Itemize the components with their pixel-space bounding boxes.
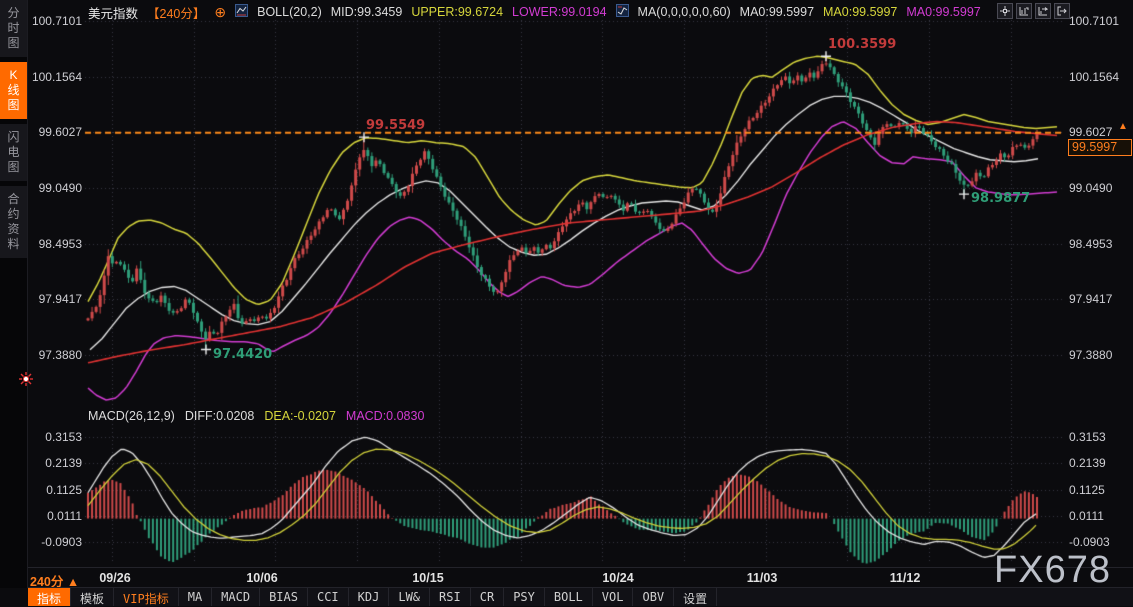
toolbar-item[interactable]: BOLL — [545, 588, 593, 606]
sidebar-item[interactable]: 合约资料 — [0, 186, 27, 258]
ma0-magenta-value: MA0:99.5997 — [906, 5, 980, 19]
indicator-toolbar: 指标模板VIP指标MAMACDBIASCCIKDJLW&RSICRPSYBOLL… — [28, 587, 1133, 606]
add-indicator-icon[interactable]: ⊕ — [214, 6, 226, 18]
axis-tick-label: 0.3153 — [1069, 430, 1106, 444]
macd-axis-right: 0.3153 0.2139 0.1125 0.0111 -0.0903 — [1069, 0, 1131, 606]
zoom-in-chart-icon[interactable] — [1016, 3, 1032, 19]
axis-tick-label: -0.0903 — [1069, 535, 1110, 549]
toolbar-item[interactable]: CCI — [308, 588, 349, 606]
sidebar-item[interactable]: 闪电图 — [0, 124, 27, 181]
boll-upper-value: UPPER:99.6724 — [411, 5, 503, 19]
sidebar-item[interactable]: K线图 — [0, 62, 27, 119]
symbol-name: 美元指数 — [88, 3, 138, 22]
period-badge[interactable]: 【240分】 — [147, 3, 205, 22]
macd-header: MACD(26,12,9) DIFF:0.0208 DEA:-0.0207 MA… — [88, 409, 424, 423]
toolbar-item[interactable]: PSY — [504, 588, 545, 606]
price-annotation: 98.9877 — [971, 191, 1030, 206]
watermark: FX678 — [994, 549, 1111, 592]
toolbar-item[interactable]: KDJ — [349, 588, 390, 606]
axis-tick-label: 0.1125 — [1069, 483, 1105, 497]
macd-dea-value: DEA:-0.0207 — [264, 409, 336, 423]
ma0-white-value: MA0:99.5997 — [740, 5, 814, 19]
boll-label: BOLL(20,2) — [257, 5, 322, 19]
toolbar-item[interactable]: OBV — [633, 588, 674, 606]
price-annotation: 97.4420 — [213, 347, 272, 362]
ma0-yellow-value: MA0:99.5997 — [823, 5, 897, 19]
ma-label: MA(0,0,0,0,0,60) — [638, 5, 731, 19]
toolbar-item[interactable]: VIP指标 — [114, 588, 179, 606]
toolbar-item[interactable]: LW& — [389, 588, 430, 606]
price-annotation: 99.5549 — [366, 118, 425, 133]
sidebar-item[interactable]: 分时图 — [0, 0, 27, 57]
macd-label: MACD(26,12,9) — [88, 409, 175, 423]
toolbar-item[interactable]: BIAS — [260, 588, 308, 606]
toolbar-item[interactable]: CR — [471, 588, 504, 606]
sidebar-item-label: K线图 — [7, 68, 21, 113]
ma-legend-icon[interactable] — [616, 4, 629, 20]
panel-marker-icon[interactable] — [19, 372, 33, 386]
date-axis-label: 09/26 — [93, 571, 137, 585]
chart-window: 分时图 K线图 闪电图 合约资料 美元指数 【240分】 ⊕ BOLL(20,2… — [0, 0, 1133, 606]
toolbar-item[interactable]: 设置 — [674, 588, 717, 606]
toolbar-item[interactable]: MACD — [212, 588, 260, 606]
macd-macd-value: MACD:0.0830 — [346, 409, 425, 423]
sidebar-item-label: 分时图 — [7, 6, 21, 51]
date-axis-label: 11/03 — [740, 571, 784, 585]
toolbar-item[interactable]: 指标 — [28, 588, 71, 606]
zoom-out-chart-icon[interactable] — [1035, 3, 1051, 19]
sidebar-item-label: 闪电图 — [7, 130, 21, 175]
boll-lower-value: LOWER:99.0194 — [512, 5, 607, 19]
price-annotation: 100.3599 — [828, 37, 896, 52]
axis-tick-label: 0.0111 — [1069, 509, 1104, 523]
sidebar-item-label: 合约资料 — [7, 192, 21, 252]
toolbar-item[interactable]: 模板 — [71, 588, 114, 606]
current-price-tag: 99.5997 — [1068, 139, 1132, 156]
date-axis-label: 11/12 — [883, 571, 927, 585]
window-buttons — [997, 3, 1070, 19]
toolbar-item[interactable]: MA — [179, 588, 212, 606]
xaxis-divider — [0, 567, 1133, 568]
boll-legend-icon[interactable] — [235, 4, 248, 20]
chart-header: 美元指数 【240分】 ⊕ BOLL(20,2) MID:99.3459 UPP… — [88, 4, 981, 20]
price-up-arrow-icon: ▲ — [1118, 121, 1128, 132]
date-axis-label: 10/15 — [406, 571, 450, 585]
price-chart-canvas[interactable] — [0, 0, 1133, 606]
toolbar-item[interactable]: VOL — [593, 588, 634, 606]
toolbar-item[interactable]: RSI — [430, 588, 471, 606]
macd-diff-value: DIFF:0.0208 — [185, 409, 254, 423]
crosshair-icon[interactable] — [997, 3, 1013, 19]
boll-mid-value: MID:99.3459 — [331, 5, 403, 19]
sidebar: 分时图 K线图 闪电图 合约资料 — [0, 0, 28, 588]
pop-out-icon[interactable] — [1054, 3, 1070, 19]
date-axis-label: 10/24 — [596, 571, 640, 585]
axis-tick-label: 0.2139 — [1069, 456, 1106, 470]
date-axis-label: 10/06 — [240, 571, 284, 585]
